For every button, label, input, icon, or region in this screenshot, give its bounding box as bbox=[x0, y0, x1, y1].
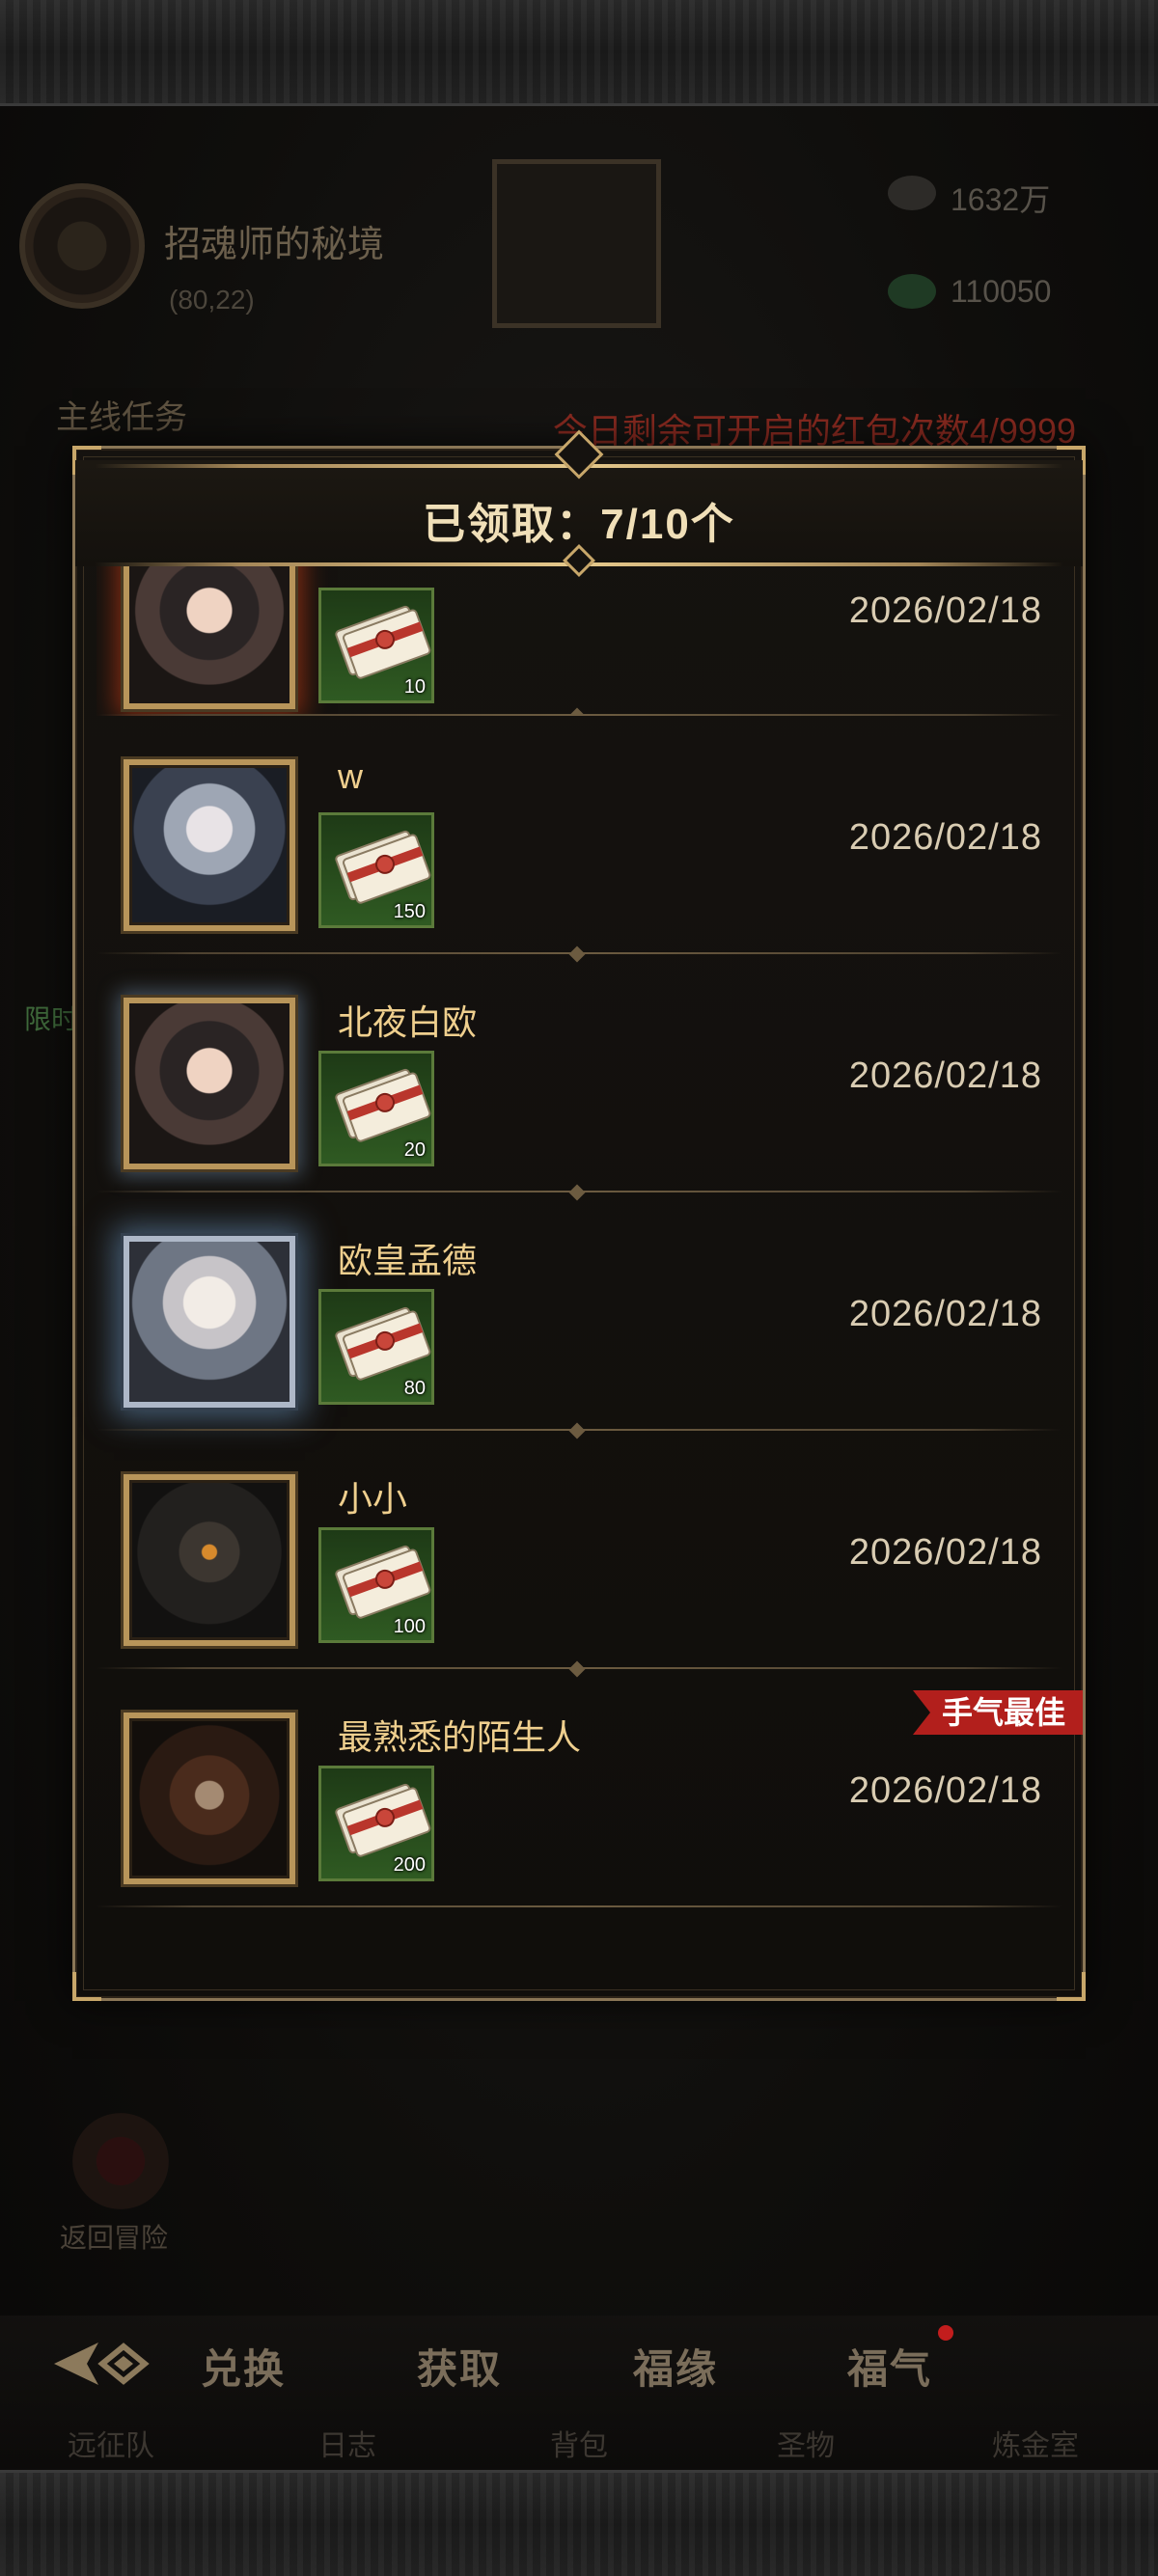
tab-obtain[interactable]: 获取 bbox=[417, 2337, 502, 2396]
player-name: 最熟悉的陌生人 bbox=[338, 1717, 582, 1757]
corner-ornament bbox=[1057, 1972, 1086, 2001]
list-item[interactable]: 欧皇孟德 80 2026/02/18 bbox=[96, 1192, 1062, 1439]
back-button[interactable] bbox=[24, 2325, 188, 2402]
reward-count: 200 bbox=[393, 1854, 426, 1876]
claim-date: 2026/02/18 bbox=[848, 817, 1042, 858]
location-title: 招魂师的秘境 bbox=[164, 225, 385, 265]
reward-count: 10 bbox=[403, 676, 426, 698]
player-avatar[interactable] bbox=[124, 566, 295, 709]
best-luck-badge: 手气最佳 bbox=[912, 1690, 1083, 1735]
location-emblem-icon bbox=[19, 183, 145, 309]
reward-count: 20 bbox=[403, 1139, 426, 1161]
claim-date: 2026/02/18 bbox=[848, 1532, 1042, 1573]
currency-gold-value: 1632万 bbox=[951, 182, 1051, 217]
player-name: 欧皇孟德 bbox=[338, 1241, 478, 1280]
list-item[interactable]: 小小 100 2026/02/18 bbox=[96, 1431, 1062, 1678]
red-ticket-bundle-icon bbox=[335, 830, 431, 904]
limited-time-label: 限时 bbox=[24, 1004, 79, 1034]
redpacket-claim-records-dialog: 已领取：7/10个 10 2026/02/18 w 150 2026/02/18… bbox=[72, 429, 1086, 2001]
player-avatar[interactable] bbox=[124, 1236, 295, 1408]
notification-dot bbox=[938, 2325, 953, 2341]
player-name: 北夜白欧 bbox=[338, 1002, 478, 1042]
claim-date: 2026/02/18 bbox=[848, 1770, 1042, 1811]
player-name: w bbox=[338, 756, 363, 796]
claim-date: 2026/02/18 bbox=[848, 1055, 1042, 1096]
reward-count: 150 bbox=[393, 901, 426, 922]
tab-exchange[interactable]: 兑换 bbox=[201, 2337, 286, 2396]
reward-item[interactable]: 20 bbox=[318, 1051, 434, 1166]
reward-count: 100 bbox=[393, 1616, 426, 1637]
nav-sub-relic: 圣物 bbox=[777, 2430, 835, 2462]
player-avatar[interactable] bbox=[124, 759, 295, 931]
red-ticket-bundle-icon bbox=[335, 1306, 431, 1381]
main-quest-title: 主线任务 bbox=[56, 399, 187, 436]
return-adventure-icon bbox=[72, 2113, 169, 2209]
list-item[interactable]: 最熟悉的陌生人 手气最佳 200 2026/02/18 bbox=[96, 1669, 1083, 1907]
reward-item[interactable]: 100 bbox=[318, 1527, 434, 1643]
red-ticket-bundle-icon bbox=[335, 1783, 431, 1857]
claim-date: 2026/02/18 bbox=[848, 590, 1042, 631]
gem-currency-icon bbox=[888, 274, 936, 309]
tab-luck[interactable]: 福气 bbox=[847, 2337, 932, 2396]
gold-currency-icon bbox=[888, 176, 936, 210]
red-ticket-bundle-icon bbox=[335, 1068, 431, 1142]
boss-portrait bbox=[492, 159, 661, 328]
nav-sub-expedition: 远征队 bbox=[68, 2430, 154, 2462]
row-divider-ornament bbox=[568, 707, 586, 716]
player-avatar[interactable] bbox=[124, 1713, 295, 1884]
dialog-header: 已领取：7/10个 bbox=[75, 429, 1083, 577]
reward-item[interactable]: 80 bbox=[318, 1289, 434, 1405]
dialog-title: 已领取：7/10个 bbox=[423, 501, 735, 548]
reward-item[interactable]: 200 bbox=[318, 1766, 434, 1881]
list-item[interactable]: 10 2026/02/18 bbox=[96, 566, 1062, 716]
nav-sub-log: 日志 bbox=[318, 2430, 376, 2462]
currency-gem-value: 110050 bbox=[951, 274, 1052, 309]
top-frame-bar bbox=[0, 0, 1158, 106]
back-arrow-icon bbox=[54, 2343, 150, 2385]
list-item[interactable]: w 150 2026/02/18 bbox=[96, 716, 1062, 963]
nav-sub-bag: 背包 bbox=[550, 2430, 608, 2462]
tab-fortune[interactable]: 福缘 bbox=[633, 2337, 718, 2396]
reward-count: 80 bbox=[403, 1378, 426, 1399]
return-adventure-label: 返回冒险 bbox=[60, 2223, 169, 2253]
reward-item[interactable]: 10 bbox=[318, 588, 434, 703]
claim-date: 2026/02/18 bbox=[848, 1294, 1042, 1334]
bottom-frame-bar bbox=[0, 2470, 1158, 2576]
reward-item[interactable]: 150 bbox=[318, 812, 434, 928]
player-avatar[interactable] bbox=[124, 1474, 295, 1646]
player-avatar[interactable] bbox=[124, 998, 295, 1169]
player-name: 小小 bbox=[338, 1479, 408, 1519]
list-item[interactable]: 北夜白欧 20 2026/02/18 bbox=[96, 954, 1062, 1201]
red-ticket-bundle-icon bbox=[335, 1545, 431, 1619]
corner-ornament bbox=[72, 1972, 101, 2001]
location-coords: (80,22) bbox=[169, 285, 255, 315]
row-divider bbox=[96, 1905, 1062, 1907]
nav-sub-alchemy: 炼金室 bbox=[992, 2430, 1079, 2462]
red-ticket-bundle-icon bbox=[335, 605, 431, 679]
